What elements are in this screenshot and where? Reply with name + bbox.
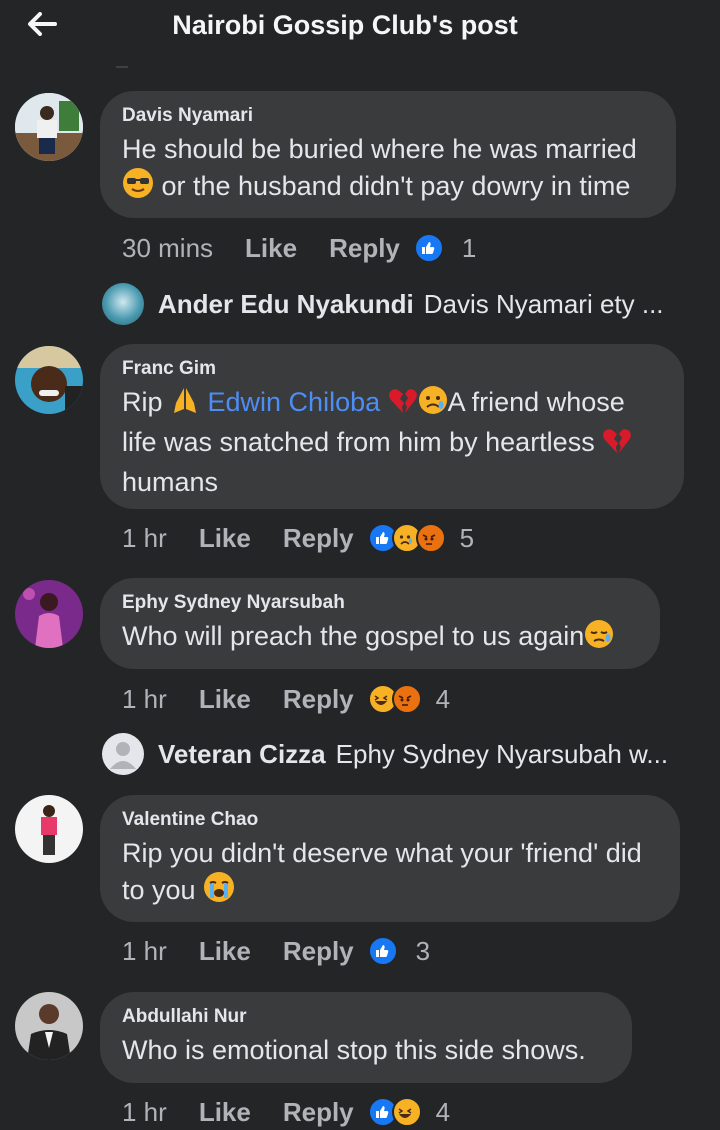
like-button[interactable]: Like: [245, 233, 297, 264]
avatar-image: [15, 795, 83, 863]
comment-text-line: to you: [122, 875, 204, 905]
reaction-summary[interactable]: [367, 684, 422, 714]
comment-time[interactable]: 1 hr: [122, 523, 167, 554]
comment-text-line: A friend whose: [447, 387, 625, 417]
comment-text-line: or the husband didn't pay dowry in time: [154, 171, 631, 201]
comment-bubble[interactable]: Abdullahi Nur Who is emotional stop this…: [100, 992, 632, 1083]
comment-actions: 1 hr Like Reply 4: [122, 682, 450, 716]
reply-button[interactable]: Reply: [283, 936, 354, 967]
comment-text: Rip Edwin Chiloba A friend whose life wa…: [122, 384, 662, 500]
divider: [116, 66, 128, 68]
reply-author[interactable]: Veteran Cizza: [158, 739, 326, 770]
reaction-summary[interactable]: [413, 233, 444, 263]
comment-bubble[interactable]: Franc Gim Rip Edwin Chiloba A friend who…: [100, 344, 684, 509]
comment-time[interactable]: 30 mins: [122, 233, 213, 264]
reaction-count: 1: [461, 232, 477, 263]
reaction-count: 3: [415, 935, 431, 966]
comment-author[interactable]: Franc Gim: [122, 358, 662, 380]
reply-snippet: Davis Nyamari ety ...: [423, 288, 664, 319]
comment-bubble[interactable]: Valentine Chao Rip you didn't deserve wh…: [100, 795, 680, 922]
comment-time[interactable]: 1 hr: [122, 1097, 167, 1128]
reaction-count: 4: [435, 683, 451, 714]
comment-text: Who will preach the gospel to us again: [122, 618, 638, 658]
reaction-summary[interactable]: [367, 1097, 422, 1127]
like-button[interactable]: Like: [199, 1097, 251, 1128]
avatar[interactable]: [15, 580, 83, 648]
reply-button[interactable]: Reply: [283, 684, 354, 715]
comment-text-line: Rip you didn't deserve what your 'friend…: [122, 838, 642, 868]
like-button[interactable]: Like: [199, 684, 251, 715]
top-bar: Nairobi Gossip Club's post: [0, 0, 720, 56]
comment-author[interactable]: Davis Nyamari: [122, 105, 654, 127]
comment-text: Rip you didn't deserve what your 'friend…: [122, 835, 658, 912]
default-avatar-icon: [102, 733, 144, 775]
crying-emoji-icon: [203, 871, 235, 912]
comment-actions: 30 mins Like Reply 1: [122, 231, 476, 265]
reaction-summary[interactable]: [367, 523, 446, 553]
avatar[interactable]: [15, 346, 83, 414]
comment-text-line: humans: [122, 467, 219, 497]
comment-bubble[interactable]: Davis Nyamari He should be buried where …: [100, 91, 676, 218]
avatar-image: [15, 93, 83, 161]
avatar: [102, 283, 144, 325]
comment-actions: 1 hr Like Reply 5: [122, 521, 474, 555]
sleepy-sad-emoji-icon: [584, 619, 614, 658]
avatar-image: [15, 346, 83, 414]
comment-actions: 1 hr Like Reply 3: [122, 934, 430, 968]
reaction-count: 5: [459, 522, 475, 553]
sad-tear-emoji-icon: [418, 385, 448, 424]
reply-author[interactable]: Ander Edu Nyakundi: [158, 289, 414, 320]
comment-author[interactable]: Valentine Chao: [122, 809, 658, 831]
comment-time[interactable]: 1 hr: [122, 684, 167, 715]
reply-button[interactable]: Reply: [283, 1097, 354, 1128]
reaction-count: 4: [435, 1096, 451, 1127]
reply-button[interactable]: Reply: [329, 233, 400, 264]
like-reaction-icon: [413, 233, 444, 263]
avatar[interactable]: [15, 795, 83, 863]
comment-text-line: life was snatched from him by heartless: [122, 427, 603, 457]
avatar-image: [15, 580, 83, 648]
like-button[interactable]: Like: [199, 523, 251, 554]
haha-reaction-icon: [391, 1097, 422, 1127]
like-button[interactable]: Like: [199, 936, 251, 967]
reply-snippet: Ephy Sydney Nyarsubah w...: [335, 738, 669, 769]
reply-preview[interactable]: Veteran Cizza Ephy Sydney Nyarsubah w...: [102, 732, 668, 776]
comment-text: He should be buried where he was married…: [122, 131, 654, 208]
mention-link[interactable]: Edwin Chiloba: [200, 387, 381, 417]
comment-time[interactable]: 1 hr: [122, 936, 167, 967]
page-title: Nairobi Gossip Club's post: [172, 10, 518, 40]
reply-button[interactable]: Reply: [283, 523, 354, 554]
comment-author[interactable]: Ephy Sydney Nyarsubah: [122, 592, 638, 614]
broken-heart-emoji-icon: [602, 427, 632, 464]
praying-hands-emoji-icon: [170, 385, 200, 424]
avatar[interactable]: [15, 992, 83, 1060]
sunglasses-emoji-icon: [122, 167, 154, 208]
comment-author[interactable]: Abdullahi Nur: [122, 1006, 610, 1028]
angry-reaction-icon: [415, 523, 446, 553]
comment-bubble[interactable]: Ephy Sydney Nyarsubah Who will preach th…: [100, 578, 660, 669]
like-reaction-icon: [367, 936, 398, 966]
comment-text: Who is emotional stop this side shows.: [122, 1035, 586, 1065]
reply-preview[interactable]: Ander Edu Nyakundi Davis Nyamari ety ...: [102, 282, 664, 326]
reaction-summary[interactable]: [367, 936, 398, 966]
avatar[interactable]: [15, 93, 83, 161]
comment-text-line: Rip: [122, 387, 171, 417]
angry-reaction-icon: [391, 684, 422, 714]
comment-text-line: Who will preach the gospel to us again: [122, 621, 585, 651]
avatar-image: [15, 992, 83, 1060]
comment-text-line: He should be buried where he was married: [122, 134, 637, 164]
broken-heart-emoji-icon: [388, 387, 418, 424]
